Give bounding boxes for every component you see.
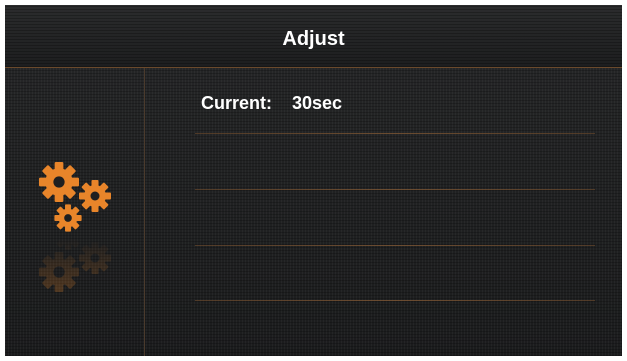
current-setting-row: Current: 30sec <box>201 92 342 114</box>
adjust-screen: Adjust Current: 30sec <box>5 5 622 356</box>
gears-reflection-icon <box>35 238 119 298</box>
page-title: Adjust <box>282 28 345 50</box>
option-row-divider <box>195 189 595 190</box>
title-bar: Adjust <box>5 5 622 68</box>
current-label: Current: <box>201 93 272 113</box>
option-row-divider <box>195 133 595 134</box>
gears-icon <box>35 156 119 238</box>
content-panel: Current: 30sec <box>145 68 622 356</box>
current-value: 30sec <box>292 93 343 113</box>
option-row-divider <box>195 300 595 301</box>
option-row-divider <box>195 245 595 246</box>
sidebar <box>5 68 145 356</box>
